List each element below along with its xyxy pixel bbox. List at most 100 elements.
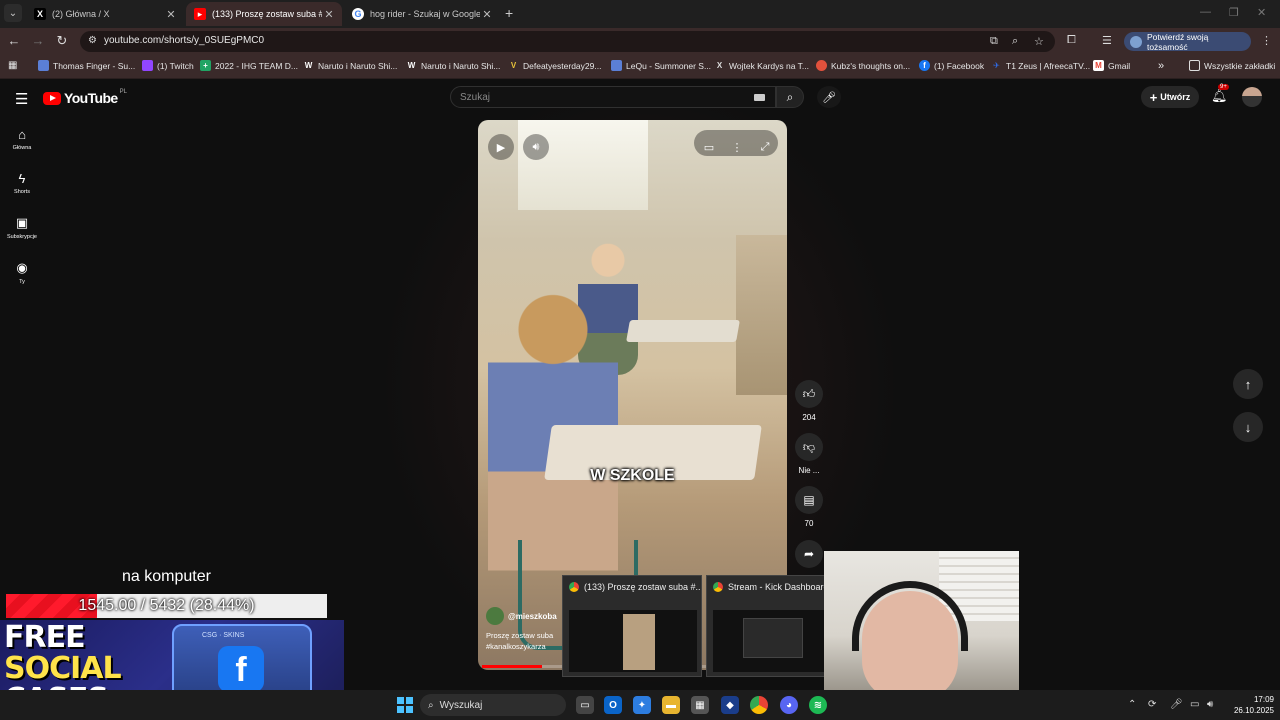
bookmark-item[interactable]: M Gmail: [1093, 60, 1130, 71]
comments-button[interactable]: ▤ 70: [795, 486, 823, 528]
sidebar-item-shorts[interactable]: ϟ Shorts: [0, 171, 44, 195]
plus-icon: +: [1149, 89, 1158, 105]
bookmarks-bar: ▦ Thomas Finger - Su... (1) Twitch +2022…: [0, 55, 1280, 79]
outlook-icon[interactable]: O: [604, 696, 622, 714]
search-icon[interactable]: ⌕: [776, 86, 804, 108]
taskbar-search[interactable]: ⌕ Wyszukaj: [420, 694, 566, 716]
system-clock[interactable]: 17:09 26.10.2025: [1224, 694, 1274, 716]
clock-time: 17:09: [1253, 695, 1274, 704]
extensions-icon[interactable]: ⧠: [1067, 34, 1076, 47]
copilot-icon[interactable]: ✦: [633, 696, 651, 714]
sidebar-item-home[interactable]: ⌂ Główna: [0, 127, 44, 151]
fullscreen-icon[interactable]: ⤢: [752, 134, 778, 160]
app-icon[interactable]: ◆: [721, 696, 739, 714]
share-icon: ➦: [795, 540, 823, 568]
spotify-icon[interactable]: ≋: [809, 696, 827, 714]
bookmark-item[interactable]: ✈ T1 Zeus | AfreecaTV...: [991, 60, 1090, 71]
reading-list-icon[interactable]: ☰: [1102, 34, 1112, 47]
captions-icon[interactable]: ▭: [696, 134, 722, 160]
bookmark-item[interactable]: W Naruto i Naruto Shi...: [303, 60, 398, 71]
close-window-icon[interactable]: ✕: [1257, 6, 1266, 19]
task-view-icon[interactable]: ▭: [576, 696, 594, 714]
tab-google[interactable]: G hog rider - Szukaj w Google ✕: [344, 2, 500, 26]
channel-info[interactable]: @mieszkoba: [486, 607, 557, 625]
tab-youtube[interactable]: ▸ (133) Proszę zostaw suba #basl ✕: [186, 2, 342, 26]
tray-chevron-icon[interactable]: ⌃: [1128, 699, 1136, 710]
dislike-button[interactable]: 👎︎ Nie ...: [795, 433, 823, 475]
windows-start-icon[interactable]: [397, 697, 413, 713]
tab-x[interactable]: X (2) Główna / X ✕: [26, 2, 184, 26]
sync-icon[interactable]: ⟳: [1148, 699, 1156, 710]
tab-close-icon[interactable]: ✕: [322, 8, 336, 21]
install-app-icon[interactable]: ⧉: [990, 35, 998, 48]
address-bar[interactable]: ⚙ youtube.com/shorts/y_0SUEgPMC0 ⧉ ⌕ ☆: [80, 31, 1055, 52]
play-icon[interactable]: ▶: [488, 134, 514, 160]
file-explorer-icon[interactable]: ▬: [662, 696, 680, 714]
bookmark-item[interactable]: f (1) Facebook: [919, 60, 984, 71]
more-bookmarks-button[interactable]: »: [1158, 60, 1164, 72]
video-scene-desk-back: [626, 320, 740, 342]
minimize-icon[interactable]: —: [1200, 6, 1211, 18]
comment-icon: ▤: [795, 486, 823, 514]
thumbs-down-icon: 👎︎: [795, 433, 823, 461]
tab-close-icon[interactable]: ✕: [164, 8, 178, 21]
preview-thumbnail: [569, 610, 697, 672]
all-bookmarks-button[interactable]: Wszystkie zakładki: [1189, 60, 1275, 71]
afreeca-icon: ✈: [993, 61, 1000, 70]
zoom-icon[interactable]: ⌕: [1012, 35, 1018, 48]
network-icon[interactable]: ▭: [1190, 699, 1199, 710]
discord-icon[interactable]: ◕: [780, 696, 798, 714]
like-button[interactable]: 👍︎ 204: [795, 380, 823, 422]
facebook-icon: f: [218, 646, 264, 692]
bookmark-item[interactable]: (1) Twitch: [142, 60, 194, 71]
thumbs-up-icon: 👍︎: [795, 380, 823, 408]
reload-icon[interactable]: ↻: [54, 33, 70, 49]
store-icon[interactable]: ▦: [691, 696, 709, 714]
windows-taskbar: ⌕ Wyszukaj ▭ O ✦ ▬ ▦ ◆ ◕ ≋ ⌃ ⟳ 🎤︎ ▭ 🔊︎ 17…: [0, 690, 1280, 720]
bookmark-favicon-icon: [38, 60, 49, 71]
bookmark-item[interactable]: Kubz's thoughts on...: [816, 60, 910, 71]
share-button[interactable]: ➦: [795, 540, 823, 568]
previous-short-button[interactable]: ↑: [1233, 369, 1263, 399]
microphone-icon[interactable]: 🎤︎: [817, 86, 841, 108]
chrome-icon[interactable]: [750, 696, 768, 714]
sidebar-item-you[interactable]: ◉ Ty: [0, 260, 44, 285]
bookmark-item[interactable]: Thomas Finger - Su...: [38, 60, 135, 71]
next-short-button[interactable]: ↓: [1233, 412, 1263, 442]
volume-icon[interactable]: 🔊︎: [1207, 699, 1213, 710]
create-button[interactable]: + Utwórz: [1141, 86, 1199, 108]
apps-grid-icon[interactable]: ▦: [8, 60, 17, 71]
x-logo-icon: X: [34, 8, 46, 20]
preview-thumbnail: [713, 610, 841, 672]
forward-icon[interactable]: →: [30, 33, 46, 49]
microphone-icon[interactable]: 🎤︎: [1170, 699, 1183, 710]
bookmark-item[interactable]: W Naruto i Naruto Shi...: [406, 60, 501, 71]
site-info-icon[interactable]: ⚙: [88, 35, 97, 46]
bookmark-item[interactable]: LeQu - Summoner S...: [611, 60, 711, 71]
new-tab-button[interactable]: +: [505, 5, 513, 21]
taskbar-preview-youtube[interactable]: (133) Proszę zostaw suba #...: [562, 575, 702, 677]
sidebar-item-subscriptions[interactable]: ▣ Subskrypcje: [0, 215, 44, 240]
more-options-icon[interactable]: ⋮: [724, 134, 750, 160]
menu-icon[interactable]: ☰: [15, 90, 28, 108]
youtube-logo[interactable]: YouTube PL: [43, 89, 127, 106]
browser-tab-strip: ⌄ X (2) Główna / X ✕ ▸ (133) Proszę zost…: [0, 0, 1280, 28]
keyboard-icon[interactable]: [754, 94, 765, 101]
back-icon[interactable]: ←: [6, 33, 22, 49]
volume-icon[interactable]: 🔊︎: [523, 134, 549, 160]
search-input[interactable]: Szukaj: [450, 86, 776, 108]
verify-identity-button[interactable]: Potwierdź swoją tożsamość: [1124, 32, 1251, 52]
bookmark-star-icon[interactable]: ☆: [1034, 35, 1044, 48]
bookmark-item[interactable]: V Defeatyesterday29...: [508, 60, 602, 71]
tab-title: hog rider - Szukaj w Google: [370, 9, 480, 19]
bookmark-item[interactable]: +2022 - IHG TEAM D...: [200, 60, 298, 71]
bookmark-item[interactable]: X Wojtek Kardys na T...: [714, 60, 809, 71]
tab-search-button[interactable]: ⌄: [4, 4, 22, 22]
video-caption: W SZKOLE: [590, 467, 675, 484]
browser-menu-icon[interactable]: ⋮: [1261, 34, 1272, 47]
tab-close-icon[interactable]: ✕: [480, 8, 494, 21]
account-avatar[interactable]: [1242, 87, 1262, 107]
notifications-icon[interactable]: 🔔︎ 9+: [1211, 84, 1229, 104]
wikipedia-icon: W: [407, 61, 416, 70]
maximize-icon[interactable]: ❐: [1229, 6, 1239, 19]
